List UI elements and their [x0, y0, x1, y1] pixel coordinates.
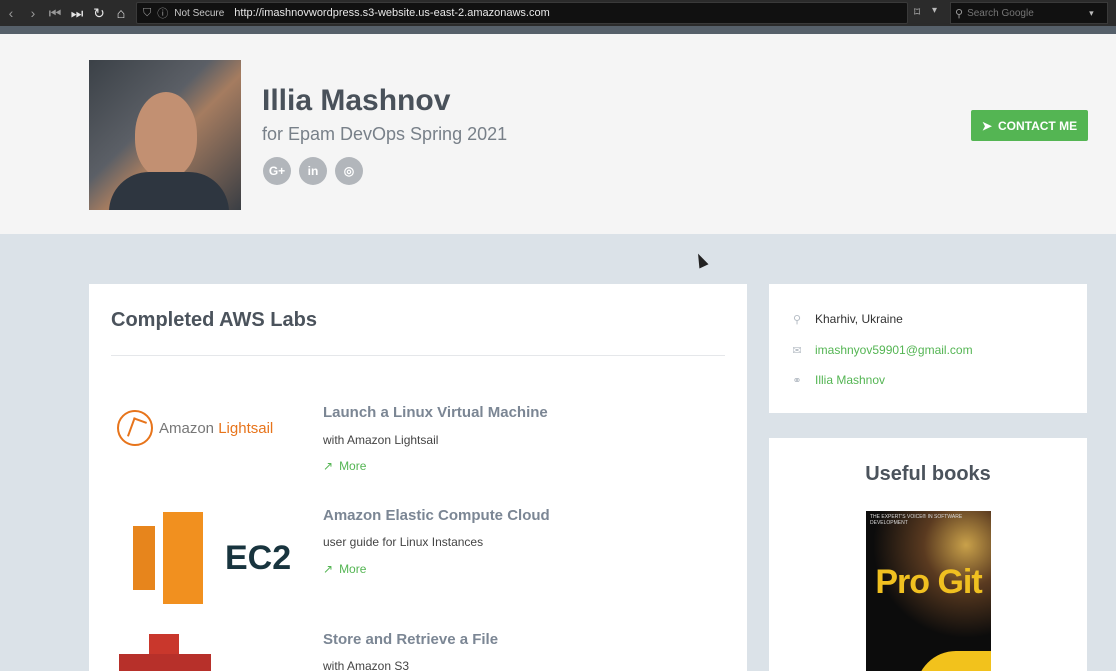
- more-link[interactable]: ↗ More: [323, 459, 366, 473]
- books-card: Useful books THE EXPERT'S VOICE® IN SOFT…: [769, 438, 1087, 671]
- email-row: ✉ imashnyov59901@gmail.com: [791, 343, 973, 357]
- external-link-icon: ↗: [323, 459, 334, 473]
- bookmark-icon[interactable]: ⌑: [914, 5, 920, 19]
- reload-icon[interactable]: ↻: [88, 5, 110, 22]
- first-page-icon[interactable]: ⏮: [44, 5, 66, 22]
- contact-me-button[interactable]: ➤ CONTACT ME: [971, 110, 1088, 141]
- more-link[interactable]: ↗ More: [323, 562, 366, 576]
- search-box[interactable]: ⚲ ▾: [950, 2, 1108, 24]
- mouse-cursor-icon: [693, 251, 709, 269]
- location-text: Kharhiv, Ukraine: [815, 312, 903, 326]
- lab-description: with Amazon S3: [323, 659, 410, 671]
- send-icon: ➤: [981, 118, 992, 133]
- search-engine-dropdown-icon[interactable]: ▾: [1089, 8, 1094, 19]
- shield-icon: ⛉: [143, 6, 152, 19]
- email-link[interactable]: imashnyov59901@gmail.com: [815, 343, 973, 357]
- linkedin-icon[interactable]: in: [299, 157, 327, 185]
- security-label: Not Secure: [174, 7, 225, 19]
- lab-title[interactable]: Store and Retrieve a File: [323, 631, 498, 648]
- last-page-icon[interactable]: ⏭: [66, 5, 88, 22]
- s3-logo: [119, 634, 211, 671]
- home-icon[interactable]: ⌂: [110, 5, 132, 21]
- envelope-icon: ✉: [792, 344, 802, 357]
- labs-card: Completed AWS Labs Amazon Lightsail Laun…: [89, 284, 747, 671]
- search-input[interactable]: [967, 7, 1086, 19]
- location-row: ⚲ Kharhiv, Ukraine: [791, 312, 903, 326]
- lab-description: with Amazon Lightsail: [323, 433, 439, 447]
- books-title: Useful books: [865, 463, 991, 485]
- website-link[interactable]: Illia Mashnov: [815, 373, 885, 387]
- address-bar[interactable]: ⛉ ⓘ Not Secure http://imashnovwordpress.…: [136, 2, 908, 24]
- forward-icon[interactable]: ›: [22, 5, 44, 21]
- divider: [111, 355, 725, 356]
- profile-header: Illia Mashnov for Epam DevOps Spring 202…: [0, 34, 1116, 234]
- lightsail-logo: Amazon Lightsail: [117, 410, 273, 446]
- lightsail-icon: [117, 410, 153, 446]
- url-text[interactable]: http://imashnovwordpress.s3-website.us-e…: [234, 7, 549, 19]
- back-icon[interactable]: ‹: [0, 5, 22, 21]
- toolbar-divider: [0, 26, 1116, 34]
- website-row: ⚭ Illia Mashnov: [791, 373, 885, 387]
- profile-name: Illia Mashnov: [262, 84, 451, 117]
- lab-title[interactable]: Amazon Elastic Compute Cloud: [323, 507, 550, 524]
- google-plus-icon[interactable]: G+: [263, 157, 291, 185]
- ec2-logo: EC2: [133, 512, 291, 604]
- info-icon[interactable]: ⓘ: [157, 5, 168, 21]
- section-title: Completed AWS Labs: [111, 309, 317, 331]
- book-title: Pro Git: [875, 563, 982, 601]
- lab-title[interactable]: Launch a Linux Virtual Machine: [323, 404, 548, 421]
- external-link-icon: ↗: [323, 562, 334, 576]
- link-icon: ⚭: [792, 374, 802, 387]
- github-icon[interactable]: ◎: [335, 157, 363, 185]
- search-icon: ⚲: [955, 7, 964, 20]
- avatar: [89, 60, 241, 210]
- contact-info-card: ⚲ Kharhiv, Ukraine ✉ imashnyov59901@gmai…: [769, 284, 1087, 413]
- contact-me-label: CONTACT ME: [997, 118, 1078, 133]
- profile-tagline: for Epam DevOps Spring 2021: [262, 124, 508, 144]
- book-cover[interactable]: THE EXPERT'S VOICE® IN SOFTWARE DEVELOPM…: [866, 511, 991, 671]
- map-marker-icon: ⚲: [792, 313, 802, 326]
- ec2-icon: [133, 512, 203, 604]
- lab-description: user guide for Linux Instances: [323, 535, 484, 549]
- chevron-down-icon[interactable]: ▾: [932, 5, 937, 16]
